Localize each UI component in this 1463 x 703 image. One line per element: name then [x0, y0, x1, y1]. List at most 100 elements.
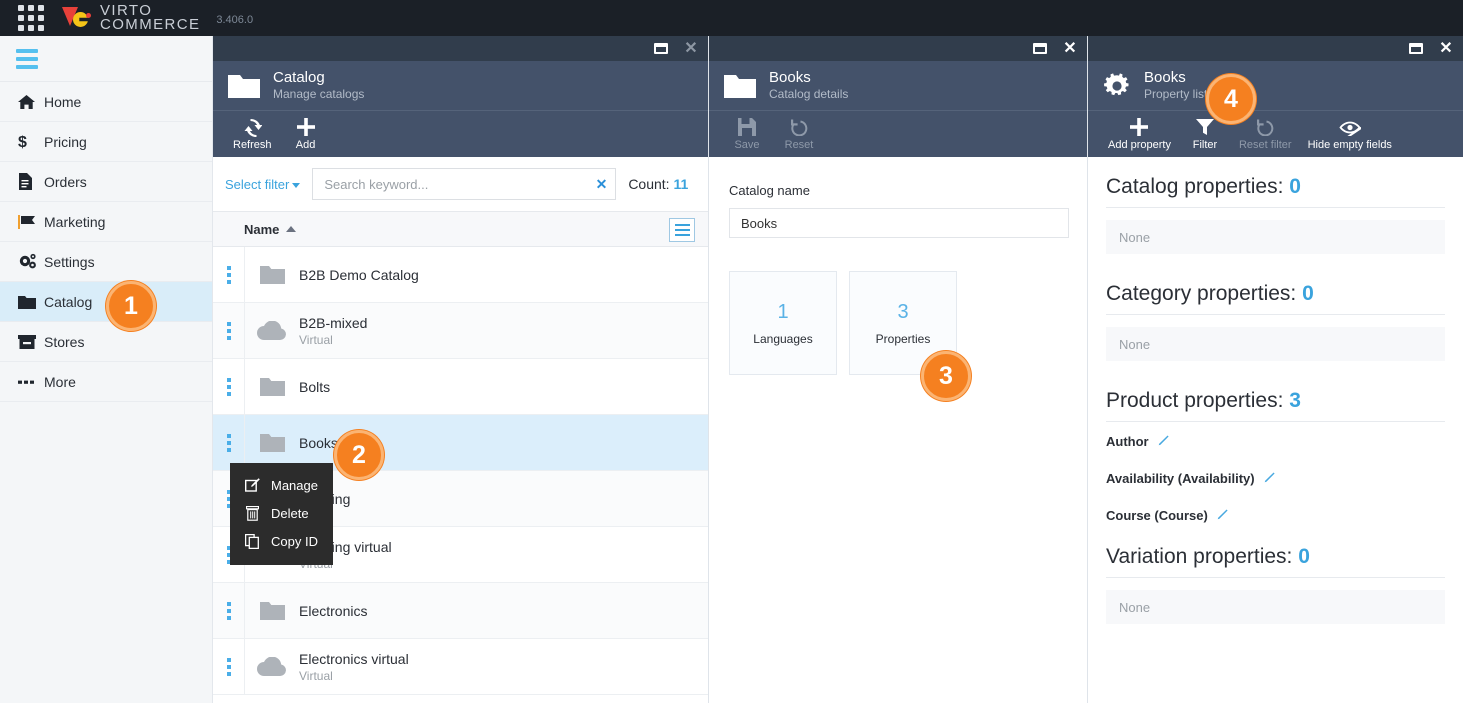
row-menu-button[interactable] — [213, 657, 244, 676]
panel-subtitle: Manage catalogs — [273, 87, 365, 101]
plus-icon — [1129, 117, 1149, 137]
row-menu-button[interactable] — [213, 433, 244, 452]
section-count: 0 — [1302, 282, 1314, 305]
reset-icon — [1256, 117, 1275, 137]
row-menu-button[interactable] — [213, 601, 244, 620]
clear-search-icon[interactable]: ✕ — [596, 176, 608, 193]
edit-icon — [244, 478, 260, 492]
restore-window-icon[interactable] — [652, 41, 670, 57]
row-menu-button[interactable] — [213, 265, 244, 284]
column-header-name[interactable]: Name — [244, 222, 279, 237]
folder-icon — [18, 295, 44, 309]
sidebar-item-stores[interactable]: Stores — [0, 322, 212, 362]
copy-icon — [244, 533, 260, 549]
refresh-button[interactable]: Refresh — [225, 117, 280, 151]
sidebar-item-orders[interactable]: Orders — [0, 162, 212, 202]
add-property-button[interactable]: Add property — [1100, 117, 1179, 151]
catalog-name-input[interactable] — [729, 208, 1069, 238]
summary-tiles: 1 Languages 3 Properties — [729, 271, 1067, 375]
add-catalog-button[interactable]: Add — [280, 117, 332, 151]
pencil-icon[interactable] — [1215, 509, 1228, 522]
svg-text:$: $ — [18, 134, 27, 150]
dollar-icon: $ — [18, 133, 44, 150]
restore-window-icon[interactable] — [1407, 41, 1425, 57]
reset-filter-button[interactable]: Reset filter — [1231, 117, 1300, 151]
sidebar-toggle-button[interactable] — [0, 36, 212, 82]
select-filter-dropdown[interactable]: Select filter — [225, 176, 301, 192]
row-subtitle: Virtual — [299, 332, 333, 347]
search-box[interactable]: ✕ — [312, 168, 617, 200]
gear-icon — [1103, 72, 1131, 100]
apps-grid-button[interactable] — [0, 5, 62, 31]
close-icon[interactable]: ✕ — [1061, 40, 1079, 57]
row-menu-button[interactable] — [213, 321, 244, 340]
toolbar-label: Reset filter — [1238, 139, 1292, 151]
panel-title: Books — [1144, 69, 1186, 86]
row-subtitle: Virtual — [299, 668, 333, 683]
sort-ascending-icon — [286, 226, 297, 232]
sidebar-item-settings[interactable]: Settings — [0, 242, 212, 282]
sidebar-item-marketing[interactable]: Marketing — [0, 202, 212, 242]
cloud-icon — [245, 320, 299, 341]
row-name: Books — [299, 434, 338, 451]
sidebar-item-label: Stores — [44, 333, 85, 350]
context-menu-item-delete[interactable]: Delete — [230, 499, 333, 527]
empty-state-variation-properties: None — [1106, 590, 1445, 624]
table-row[interactable]: B2B-mixed Virtual — [213, 302, 708, 359]
folder-icon — [724, 73, 756, 99]
pencil-icon[interactable] — [1156, 435, 1169, 448]
catalog-details-panel: ✕ Books Catalog details Save Reset Catal… — [709, 36, 1088, 703]
folder-icon — [245, 601, 299, 621]
step-badge-4: 4 — [1206, 74, 1256, 124]
section-title-text: Catalog properties: — [1106, 175, 1284, 198]
folder-icon — [245, 265, 299, 285]
table-row[interactable]: Bolts — [213, 358, 708, 415]
brand-logo-group: VIRTO COMMERCE — [62, 3, 200, 32]
kebab-menu-icon — [226, 433, 231, 452]
property-name: Availability (Availability) — [1106, 471, 1255, 486]
row-menu-button[interactable] — [213, 377, 244, 396]
context-menu-item-manage[interactable]: Manage — [230, 471, 333, 499]
reset-icon — [790, 117, 809, 137]
sidebar-item-label: Settings — [44, 253, 95, 270]
table-row[interactable]: Electronics virtual Virtual — [213, 638, 708, 695]
hide-empty-fields-button[interactable]: Hide empty fields — [1300, 117, 1400, 151]
gears-icon — [18, 253, 44, 270]
restore-window-icon[interactable] — [1031, 41, 1049, 57]
sidebar-item-home[interactable]: Home — [0, 82, 212, 122]
virto-logo-icon — [62, 5, 91, 31]
section-title-variation-properties: Variation properties: 0 — [1106, 545, 1445, 569]
pencil-icon[interactable] — [1262, 472, 1275, 485]
catalog-filter-row: Select filter ✕ Count: 11 — [213, 157, 708, 211]
close-icon[interactable]: ✕ — [682, 40, 700, 57]
catalog-panel-header: Catalog Manage catalogs — [213, 61, 708, 110]
sidebar-item-pricing[interactable]: $ Pricing — [0, 122, 212, 162]
languages-label: Languages — [753, 331, 813, 346]
list-item[interactable]: Availability (Availability) — [1106, 471, 1445, 486]
save-button[interactable]: Save — [721, 117, 773, 151]
row-name: B2B Demo Catalog — [299, 266, 419, 283]
section-title-text: Variation properties: — [1106, 545, 1293, 568]
toolbar-label: Reset — [784, 139, 814, 151]
properties-body: Catalog properties: 0 None Category prop… — [1088, 157, 1463, 703]
close-icon[interactable]: ✕ — [1437, 40, 1455, 57]
section-title-catalog-properties: Catalog properties: 0 — [1106, 175, 1445, 199]
table-row[interactable]: B2B Demo Catalog — [213, 246, 708, 303]
details-toolbar: Save Reset — [709, 110, 1087, 157]
section-count: 0 — [1289, 175, 1301, 198]
toolbar-label: Save — [734, 139, 760, 151]
reset-button[interactable]: Reset — [773, 117, 825, 151]
search-input[interactable] — [324, 176, 596, 192]
table-row[interactable]: Electronics — [213, 582, 708, 639]
properties-label: Properties — [875, 331, 931, 346]
languages-tile[interactable]: 1 Languages — [729, 271, 837, 375]
sidebar-item-more[interactable]: More — [0, 362, 212, 402]
context-menu-item-copy-id[interactable]: Copy ID — [230, 527, 333, 555]
select-filter-label: Select filter — [225, 176, 290, 192]
list-item[interactable]: Author — [1106, 434, 1445, 449]
context-menu-label: Copy ID — [271, 533, 318, 549]
row-context-menu: Manage Delete Copy ID — [230, 463, 333, 565]
list-item[interactable]: Course (Course) — [1106, 508, 1445, 523]
toolbar-label: Hide empty fields — [1307, 139, 1392, 151]
columns-menu-icon[interactable] — [669, 218, 695, 242]
